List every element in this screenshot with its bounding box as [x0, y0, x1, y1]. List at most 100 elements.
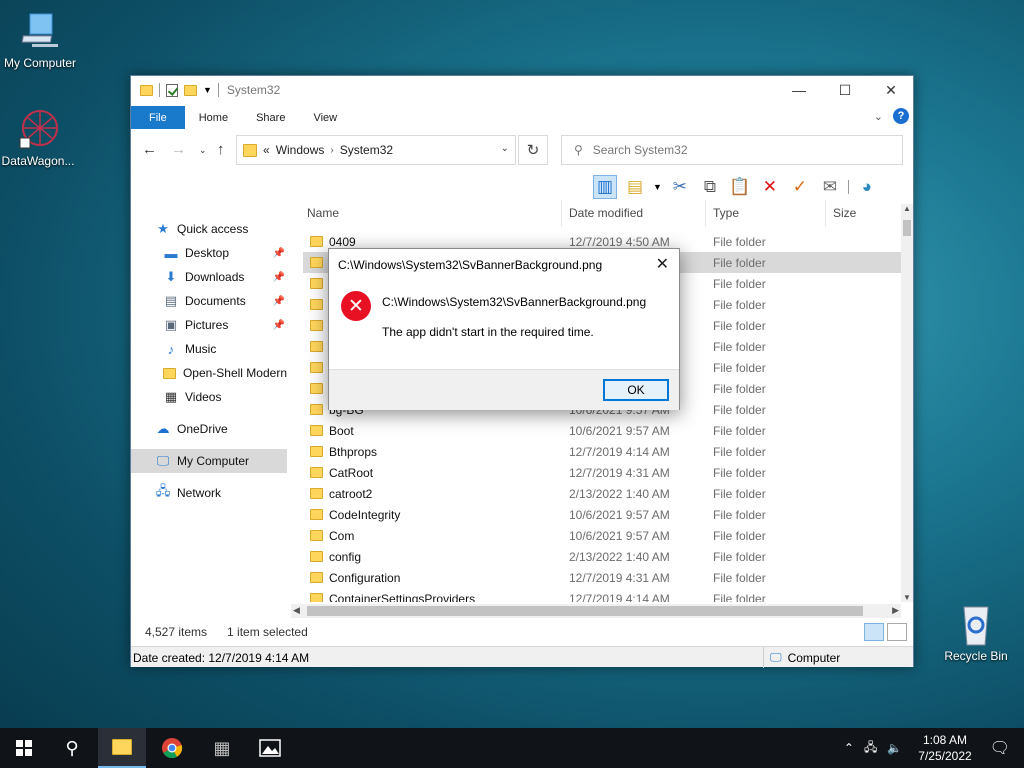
- scroll-thumb[interactable]: [307, 606, 863, 616]
- close-button[interactable]: ✕: [868, 76, 914, 104]
- minimize-button[interactable]: —: [776, 76, 822, 104]
- sidebar-item-pictures[interactable]: ▣ Pictures 📌: [131, 313, 287, 337]
- search-input[interactable]: ⚲ Search System32: [561, 135, 903, 165]
- scroll-up-icon[interactable]: ▲: [903, 204, 911, 213]
- horizontal-scrollbar[interactable]: ◀ ▶: [291, 604, 901, 618]
- taskbar: ⚲ ▦ ⌃ 🖧 🔈 1:08 AM 7/25/2022 🗨: [0, 728, 1024, 768]
- maximize-button[interactable]: ☐: [822, 76, 868, 104]
- tab-view[interactable]: View: [299, 106, 351, 129]
- folder-icon: [310, 320, 323, 331]
- tab-home[interactable]: Home: [185, 106, 242, 129]
- scroll-thumb[interactable]: [903, 220, 911, 236]
- chevron-up-icon[interactable]: ⌃: [838, 741, 860, 755]
- table-row[interactable]: CatRoot 12/7/2019 4:31 AM File folder: [303, 462, 901, 483]
- taskbar-control-panel[interactable]: ▦: [198, 728, 246, 768]
- properties-check-icon[interactable]: ✓: [788, 175, 812, 199]
- tab-share[interactable]: Share: [242, 106, 299, 129]
- globe-icon[interactable]: ◕: [855, 175, 879, 199]
- folder-icon: [310, 572, 323, 583]
- view-dropdown-icon[interactable]: ▼: [653, 182, 662, 192]
- sidebar-item-downloads[interactable]: ⬇ Downloads 📌: [131, 265, 287, 289]
- folder-icon: [310, 236, 323, 247]
- delete-icon[interactable]: ✕: [758, 175, 782, 199]
- dialog-title: C:\Windows\System32\SvBannerBackground.p…: [338, 258, 603, 272]
- back-arrow-icon[interactable]: ←: [142, 141, 157, 158]
- scroll-left-icon[interactable]: ◀: [293, 605, 300, 616]
- table-row[interactable]: ContainerSettingsProviders 12/7/2019 4:14…: [303, 588, 901, 602]
- folder-icon: [310, 446, 323, 457]
- details-view-icon[interactable]: [864, 623, 884, 641]
- notification-icon[interactable]: 🗨: [982, 738, 1024, 758]
- help-icon[interactable]: ?: [893, 108, 909, 124]
- chevron-right-icon[interactable]: ›: [330, 145, 333, 156]
- scroll-down-icon[interactable]: ▼: [903, 593, 911, 602]
- column-header-size[interactable]: Size: [833, 206, 856, 220]
- taskbar-chrome[interactable]: [148, 728, 196, 768]
- network-icon[interactable]: 🖧: [860, 738, 881, 759]
- email-icon[interactable]: ✉: [818, 175, 842, 199]
- search-button[interactable]: ⚲: [48, 728, 96, 768]
- new-folder-icon[interactable]: [184, 84, 197, 96]
- sidebar-item-my-computer[interactable]: 🖵 My Computer: [131, 449, 287, 473]
- breadcrumb-overflow[interactable]: «: [263, 143, 270, 157]
- scroll-right-icon[interactable]: ▶: [892, 605, 899, 616]
- folder-icon: [310, 341, 323, 352]
- large-icons-view-icon[interactable]: [887, 623, 907, 641]
- pin-icon: 📌: [272, 295, 285, 307]
- sidebar-item-videos[interactable]: ▦ Videos: [131, 385, 287, 409]
- copy-icon[interactable]: ⧉: [698, 175, 722, 199]
- ok-button[interactable]: OK: [603, 379, 669, 401]
- navigation-pane-icon[interactable]: ▥: [593, 175, 617, 199]
- system-tray: ⌃ 🖧 🔈 1:08 AM 7/25/2022 🗨: [838, 728, 1024, 768]
- desktop-icon-my-computer[interactable]: My Computer: [0, 10, 82, 70]
- documents-icon: ▤: [164, 293, 178, 308]
- table-row[interactable]: CodeIntegrity 10/6/2021 9:57 AM File folde…: [303, 504, 901, 525]
- sidebar-item-network[interactable]: 🖧 Network: [131, 481, 287, 505]
- sidebar-item-music[interactable]: ♪ Music: [131, 337, 287, 361]
- address-bar[interactable]: « Windows › System32 ⌄: [236, 135, 516, 165]
- expand-ribbon-icon[interactable]: ⌄: [874, 110, 883, 123]
- sidebar-item-onedrive[interactable]: ☁ OneDrive: [131, 417, 287, 441]
- table-row[interactable]: Boot 10/6/2021 9:57 AM File folder: [303, 420, 901, 441]
- dialog-close-icon[interactable]: ✕: [656, 254, 669, 274]
- column-header-name[interactable]: Name: [307, 206, 339, 220]
- download-icon: ⬇: [165, 269, 177, 284]
- view-folder-icon[interactable]: ▤: [623, 175, 647, 199]
- table-row[interactable]: Configuration 12/7/2019 4:31 AM File folde…: [303, 567, 901, 588]
- breadcrumb-system32[interactable]: System32: [340, 143, 393, 157]
- table-row[interactable]: Com 10/6/2021 9:57 AM File folder: [303, 525, 901, 546]
- sidebar-item-open-shell[interactable]: Open-Shell Modern: [131, 361, 287, 385]
- sidebar-item-documents[interactable]: ▤ Documents 📌: [131, 289, 287, 313]
- address-dropdown-icon[interactable]: ⌄: [501, 143, 509, 154]
- star-icon: ★: [157, 221, 169, 236]
- qat-dropdown-icon[interactable]: ▼: [203, 85, 212, 95]
- column-header-date[interactable]: Date modified: [569, 206, 643, 220]
- desktop-icon-recycle-bin[interactable]: Recycle Bin: [934, 603, 1018, 663]
- paste-icon[interactable]: 📋: [728, 175, 752, 199]
- error-icon: ✕: [341, 291, 371, 321]
- taskbar-photos[interactable]: [246, 728, 294, 768]
- vertical-scrollbar[interactable]: ▲ ▼: [901, 204, 913, 602]
- cut-icon[interactable]: ✂: [668, 175, 692, 199]
- table-row[interactable]: config 2/13/2022 1:40 AM File folder: [303, 546, 901, 567]
- breadcrumb-windows[interactable]: Windows: [276, 143, 325, 157]
- details-bar: Date created: 12/7/2019 4:14 AM 🖵 Comput…: [131, 646, 913, 668]
- volume-icon[interactable]: 🔈: [881, 741, 908, 755]
- forward-arrow-icon[interactable]: →: [171, 141, 186, 158]
- table-row[interactable]: Bthprops 12/7/2019 4:14 AM File folder: [303, 441, 901, 462]
- sidebar-item-desktop[interactable]: ▬ Desktop 📌: [131, 241, 287, 265]
- sidebar-item-quick-access[interactable]: ★ Quick access: [131, 217, 287, 241]
- start-button[interactable]: [0, 728, 48, 768]
- table-row[interactable]: catroot2 2/13/2022 1:40 AM File folder: [303, 483, 901, 504]
- column-header-type[interactable]: Type: [713, 206, 739, 220]
- recent-dropdown-icon[interactable]: ⌄: [199, 145, 207, 156]
- folder-icon: [310, 299, 323, 310]
- properties-icon[interactable]: [166, 83, 178, 97]
- tab-file[interactable]: File: [131, 106, 185, 129]
- cloud-icon: ☁: [156, 421, 170, 436]
- up-arrow-icon[interactable]: ↑: [217, 141, 225, 158]
- taskbar-file-explorer[interactable]: [98, 728, 146, 768]
- refresh-button[interactable]: ↻: [518, 135, 548, 165]
- clock[interactable]: 1:08 AM 7/25/2022: [908, 732, 981, 764]
- desktop-icon-datawagon[interactable]: DataWagon...: [0, 108, 80, 168]
